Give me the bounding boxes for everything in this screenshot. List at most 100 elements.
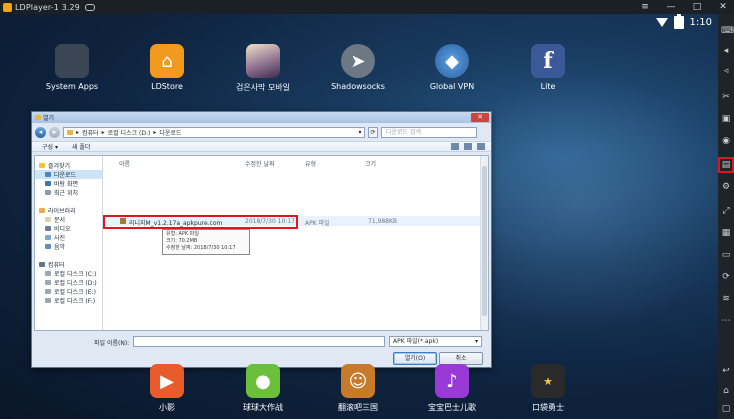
- address-bar[interactable]: ▸ 컴퓨터 ▸ 로컬 디스크 (D:) ▸ 다운로드 ▾: [63, 126, 365, 138]
- file-size: 71,988KB: [368, 218, 398, 225]
- nav-libraries[interactable]: 라이브러리: [35, 206, 102, 215]
- column-name[interactable]: 이름: [119, 159, 130, 168]
- location-icon[interactable]: ◉: [721, 136, 731, 146]
- navigation-pane: 즐겨찾기 다운로드 바탕 화면 최근 위치 라이브러리 문서 비디오 사진 음악…: [35, 156, 103, 330]
- app-label: 宝宝巴士儿歌: [428, 403, 476, 412]
- app-facebook-lite[interactable]: f Lite: [513, 44, 583, 91]
- green-ball-icon: ●: [246, 364, 280, 398]
- app-label: System Apps: [45, 82, 99, 91]
- computer-icon: [39, 262, 45, 267]
- pictures-icon: [45, 235, 51, 240]
- nav-drive-d[interactable]: 로컬 디스크 (D:): [35, 278, 102, 287]
- minimize-icon[interactable]: —: [666, 2, 676, 12]
- file-tooltip: 유형: APK 파일 크기: 70.2MB 수정한 날짜: 2018/7/30 …: [162, 229, 250, 255]
- app-label: Global VPN: [429, 82, 475, 91]
- back-icon[interactable]: ↩: [721, 366, 731, 376]
- app-label: 검은사막 모바일: [235, 83, 291, 92]
- nav-drive-e[interactable]: 로컬 디스크 (E:): [35, 287, 102, 296]
- nav-favorites[interactable]: 즐겨찾기: [35, 161, 102, 170]
- breadcrumb-drive-d[interactable]: 로컬 디스크 (D:): [108, 128, 151, 137]
- breadcrumb-computer[interactable]: 컴퓨터: [82, 128, 99, 137]
- nav-drive-f[interactable]: 로컬 디스크 (F:): [35, 296, 102, 305]
- nav-videos[interactable]: 비디오: [35, 224, 102, 233]
- drive-icon: [45, 289, 51, 294]
- ldplayer-logo-icon: [3, 2, 12, 12]
- view-options-icon[interactable]: [451, 143, 459, 150]
- filename-input[interactable]: [133, 336, 385, 347]
- nav-downloads[interactable]: 다운로드: [35, 170, 102, 179]
- breadcrumb-sep: ▸: [76, 128, 80, 136]
- refresh-icon[interactable]: ⟳: [368, 126, 378, 138]
- recent-apps-icon[interactable]: ▢: [721, 404, 731, 414]
- back-arrow-icon[interactable]: ◂: [35, 126, 46, 138]
- recent-places-icon: [45, 190, 51, 195]
- chevron-down-icon[interactable]: ▾: [356, 129, 364, 136]
- screenshot-icon[interactable]: ▣: [721, 114, 731, 124]
- black-desert-icon: [246, 44, 280, 78]
- more-icon[interactable]: ⋯: [721, 316, 731, 326]
- nav-documents[interactable]: 문서: [35, 215, 102, 224]
- install-apk-highlight: [718, 157, 734, 173]
- keyboard-icon[interactable]: ⌨: [721, 26, 734, 36]
- vertical-scrollbar[interactable]: [480, 156, 488, 330]
- organize-button[interactable]: 구성 ▾: [42, 142, 58, 151]
- maximize-icon[interactable]: □: [692, 2, 702, 12]
- scissors-icon[interactable]: ✂: [721, 92, 731, 102]
- app-xiaoying[interactable]: ▶ 小影: [132, 364, 202, 413]
- help-icon[interactable]: [477, 143, 485, 150]
- app-label: 小影: [159, 403, 175, 412]
- app-label: LDStore: [151, 82, 183, 91]
- dialog-title: 열기: [43, 115, 55, 122]
- app-shadowsocks[interactable]: ➤ Shadowsocks: [323, 44, 393, 91]
- folder-icon: [67, 129, 73, 135]
- settings-icon[interactable]: ⚙: [721, 182, 731, 192]
- app-black-desert[interactable]: 검은사막 모바일: [228, 44, 298, 93]
- nav-pictures[interactable]: 사진: [35, 233, 102, 242]
- nav-music[interactable]: 음악: [35, 242, 102, 251]
- preview-pane-icon[interactable]: [464, 143, 472, 150]
- dialog-titlebar: 열기: [32, 112, 491, 123]
- column-size[interactable]: 크기: [365, 159, 376, 168]
- gamepad-icon[interactable]: [84, 3, 95, 11]
- nav-recent-places[interactable]: 최근 위치: [35, 188, 102, 197]
- shake-icon[interactable]: ≋: [721, 294, 731, 304]
- video-record-icon[interactable]: ▦: [721, 228, 731, 238]
- downloads-folder-icon: [45, 172, 51, 177]
- nav-drive-c[interactable]: 로컬 디스크 (C:): [35, 269, 102, 278]
- browser-area: 즐겨찾기 다운로드 바탕 화면 최근 위치 라이브러리 문서 비디오 사진 음악…: [34, 155, 489, 331]
- app-fangunba-sanguo[interactable]: ☺ 翻滚吧三国: [323, 364, 393, 413]
- display-icon[interactable]: ▭: [721, 250, 731, 260]
- column-modified[interactable]: 수정한 날짜: [245, 159, 275, 168]
- app-system-apps[interactable]: System Apps: [37, 44, 107, 91]
- app-baobao-bashi[interactable]: ♪ 宝宝巴士儿歌: [417, 364, 487, 413]
- app-ldstore[interactable]: ⌂ LDStore: [132, 44, 202, 91]
- rotate-icon[interactable]: ⟳: [721, 272, 731, 282]
- emulator-sidebar: ⌨ ◂ ◃ ✂ ▣ ◉ ▤ ⚙ ⤢ ▦ ▭ ⟳ ≋ ⋯ ↩ ⌂ ▢: [718, 14, 734, 419]
- drive-icon: [45, 298, 51, 303]
- forward-arrow-icon[interactable]: ▸: [49, 126, 60, 138]
- app-qiuqiu[interactable]: ● 球球大作战: [228, 364, 298, 413]
- dialog-close-button[interactable]: ✕: [471, 113, 489, 122]
- nav-computer[interactable]: 컴퓨터: [35, 260, 102, 269]
- fullscreen-icon[interactable]: ⤢: [721, 206, 731, 216]
- library-icon: [39, 208, 45, 213]
- shield-icon: ◆: [435, 44, 469, 78]
- file-type-select[interactable]: APK 파일(*.apk): [389, 336, 482, 347]
- menu-icon[interactable]: ≡: [640, 2, 650, 12]
- volume-up-icon[interactable]: ◂: [721, 46, 731, 56]
- nav-desktop[interactable]: 바탕 화면: [35, 179, 102, 188]
- volume-down-icon[interactable]: ◃: [721, 66, 731, 76]
- column-type[interactable]: 유형: [305, 159, 316, 168]
- close-icon[interactable]: ✕: [718, 2, 728, 12]
- file-list: 이름 수정한 날짜 유형 크기 리니지M_v1.2.17a_apkpure.co…: [103, 156, 488, 330]
- search-input[interactable]: 다운로드 검색: [381, 126, 477, 138]
- app-label: 翻滚吧三国: [338, 403, 378, 412]
- breadcrumb-downloads[interactable]: 다운로드: [159, 128, 181, 137]
- new-folder-button[interactable]: 새 폴더: [72, 142, 90, 151]
- video-play-icon: ▶: [150, 364, 184, 398]
- dialog-toolbar: 구성 ▾ 새 폴더: [32, 141, 491, 152]
- app-koudai-yongshi[interactable]: ★ 口袋勇士: [513, 364, 583, 413]
- home-icon[interactable]: ⌂: [721, 386, 731, 396]
- app-global-vpn[interactable]: ◆ Global VPN: [417, 44, 487, 91]
- star-icon: [39, 163, 45, 168]
